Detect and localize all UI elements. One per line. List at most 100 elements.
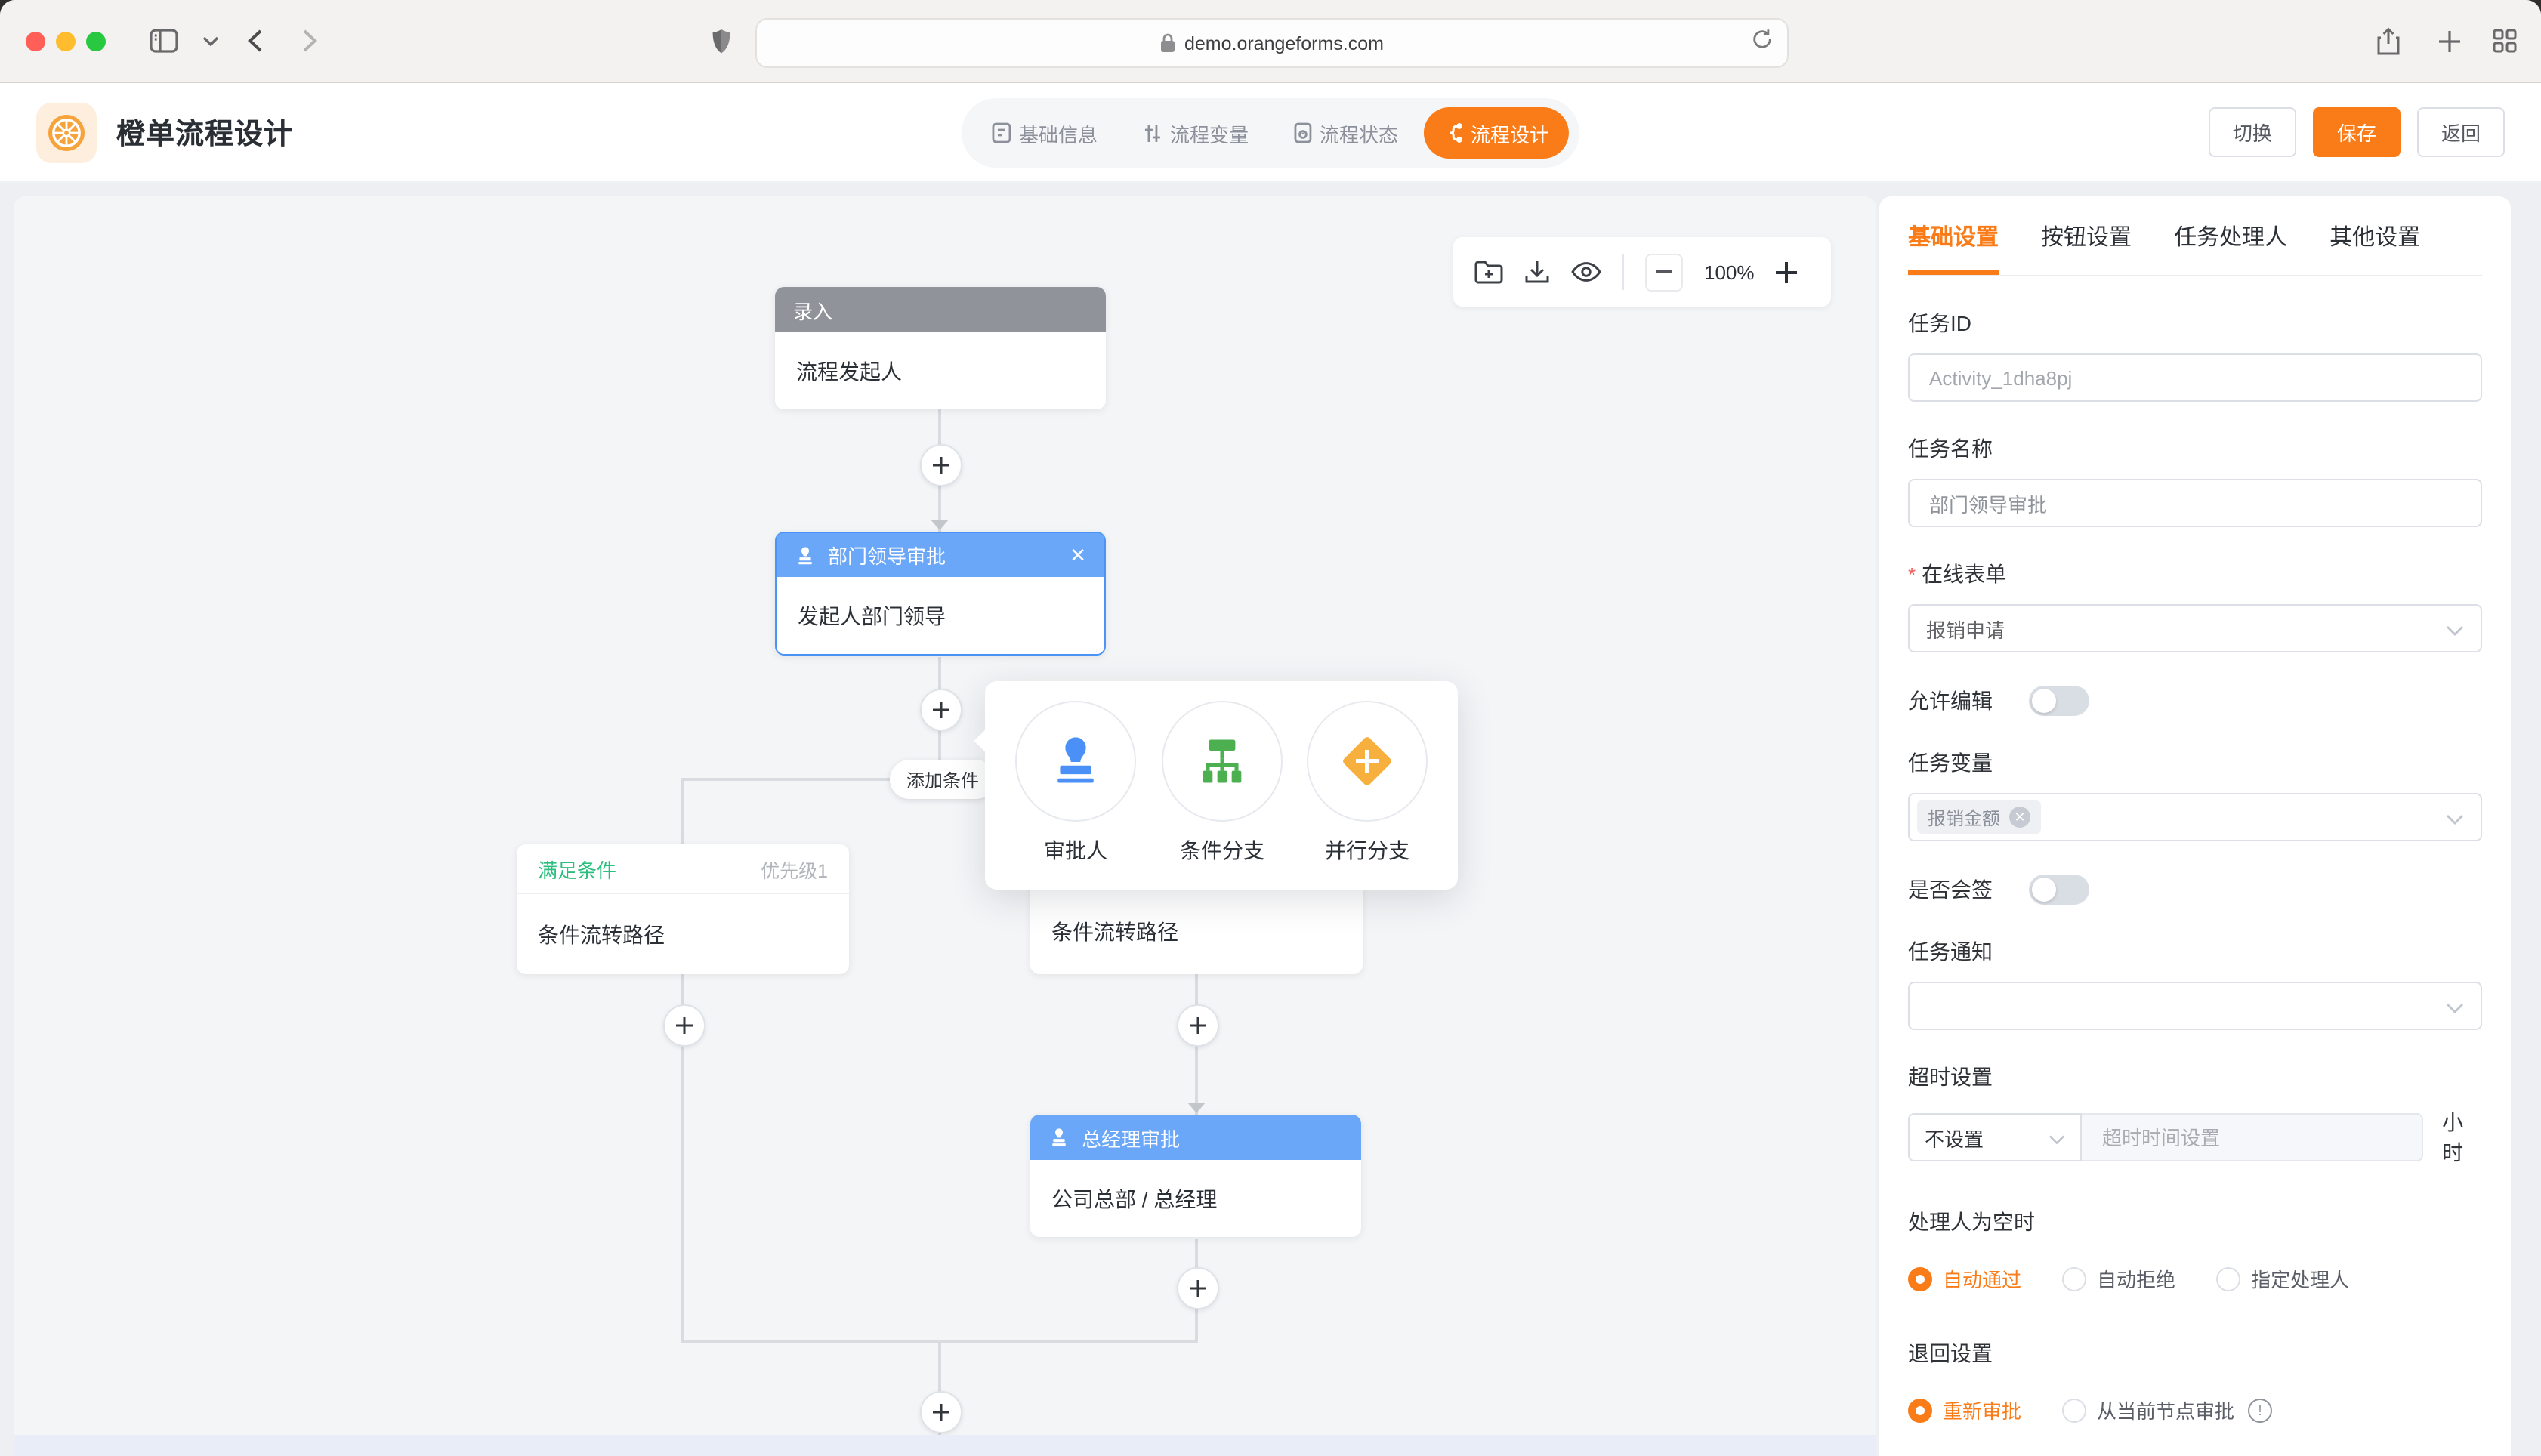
condition-branch-icon bbox=[1193, 733, 1251, 790]
radio-current-node-approval[interactable]: 从当前节点审批 ! bbox=[2062, 1396, 2272, 1424]
task-id-input[interactable] bbox=[1926, 365, 2464, 390]
flow-canvas[interactable]: 录入 流程发起人 部门领导审批 ✕ 发起人部门领导 满足条件 优先级1 条件流转… bbox=[14, 196, 1876, 1456]
timeout-label: 超时设置 bbox=[1908, 1062, 2482, 1092]
task-name-label: 任务名称 bbox=[1908, 433, 2482, 464]
online-form-select[interactable]: 报销申请 bbox=[1908, 604, 2482, 652]
panel-tabs: 基础设置 按钮设置 任务处理人 其他设置 bbox=[1908, 196, 2482, 276]
radio-assign-handler[interactable]: 指定处理人 bbox=[2216, 1264, 2349, 1293]
app-logo bbox=[36, 102, 97, 162]
remove-tag-icon[interactable]: ✕ bbox=[2009, 807, 2030, 828]
sliders-icon bbox=[1143, 123, 1162, 143]
countersign-toggle[interactable] bbox=[2029, 875, 2089, 905]
empty-handler-label: 处理人为空时 bbox=[1908, 1207, 2482, 1237]
task-vars-select[interactable]: 报销金额 ✕ bbox=[1908, 793, 2482, 841]
sidebar-toggle-icon[interactable] bbox=[144, 21, 183, 60]
minimize-window-button[interactable] bbox=[56, 32, 76, 51]
node-body: 条件流转路径 bbox=[517, 894, 849, 974]
required-asterisk: * bbox=[1908, 563, 1916, 585]
add-condition-label[interactable]: 添加条件 bbox=[890, 760, 996, 799]
download-icon[interactable] bbox=[1524, 259, 1550, 285]
doc-status-icon bbox=[1294, 122, 1312, 143]
chevron-down-icon bbox=[2446, 617, 2464, 640]
task-id-field[interactable] bbox=[1908, 353, 2482, 402]
page-title: 橙单流程设计 bbox=[116, 112, 293, 153]
save-button[interactable]: 保存 bbox=[2313, 107, 2401, 157]
allow-edit-label: 允许编辑 bbox=[1908, 686, 1993, 716]
node-title: 部门领导审批 bbox=[828, 541, 946, 569]
radio-restart-approval[interactable]: 重新审批 bbox=[1908, 1396, 2021, 1424]
forward-button[interactable] bbox=[290, 21, 329, 60]
node-type-popup: 审批人 条件分支 并行分支 bbox=[985, 681, 1458, 890]
allow-edit-toggle[interactable] bbox=[2029, 686, 2089, 716]
timeout-mode-select[interactable]: 不设置 bbox=[1908, 1113, 2083, 1161]
tab-process-variables[interactable]: 流程变量 bbox=[1123, 107, 1268, 159]
node-dept-approval[interactable]: 部门领导审批 ✕ 发起人部门领导 bbox=[775, 532, 1106, 656]
tab-button-settings[interactable]: 按钮设置 bbox=[2041, 196, 2132, 275]
tab-other-settings[interactable]: 其他设置 bbox=[2330, 196, 2420, 275]
add-node-button[interactable] bbox=[920, 689, 962, 731]
back-button[interactable] bbox=[236, 21, 275, 60]
condition-title: 满足条件 bbox=[538, 854, 616, 883]
info-icon: ! bbox=[2248, 1398, 2272, 1422]
orange-logo-icon bbox=[47, 113, 86, 152]
add-node-button[interactable] bbox=[1177, 1267, 1219, 1309]
privacy-shield-icon[interactable] bbox=[701, 21, 740, 60]
node-start[interactable]: 录入 流程发起人 bbox=[775, 287, 1106, 409]
open-file-icon[interactable] bbox=[1474, 260, 1503, 284]
tab-basic-settings[interactable]: 基础设置 bbox=[1908, 196, 1999, 275]
popup-item-parallel-branch[interactable]: 并行分支 bbox=[1307, 701, 1428, 865]
popup-item-condition-branch[interactable]: 条件分支 bbox=[1162, 701, 1283, 865]
close-icon[interactable]: ✕ bbox=[1070, 543, 1086, 567]
connector bbox=[681, 779, 684, 844]
task-vars-label: 任务变量 bbox=[1908, 748, 2482, 778]
close-window-button[interactable] bbox=[26, 32, 45, 51]
canvas-bottom-strip bbox=[14, 1435, 1876, 1456]
task-name-field[interactable] bbox=[1908, 479, 2482, 527]
radio-auto-approve[interactable]: 自动通过 bbox=[1908, 1264, 2021, 1293]
add-node-button[interactable] bbox=[920, 444, 962, 486]
zoom-out-button[interactable] bbox=[1645, 253, 1683, 291]
radio-icon bbox=[1908, 1266, 1932, 1291]
popup-arrow bbox=[974, 729, 997, 752]
switch-button[interactable]: 切换 bbox=[2209, 107, 2296, 157]
task-id-label: 任务ID bbox=[1908, 308, 2482, 338]
back-button-app[interactable]: 返回 bbox=[2417, 107, 2505, 157]
share-icon[interactable] bbox=[2369, 21, 2408, 60]
popup-item-approver[interactable]: 审批人 bbox=[1015, 701, 1136, 865]
radio-auto-reject[interactable]: 自动拒绝 bbox=[2062, 1264, 2175, 1293]
node-gm-approval[interactable]: 总经理审批 公司总部 / 总经理 bbox=[1030, 1115, 1361, 1237]
add-node-button[interactable] bbox=[1177, 1004, 1219, 1047]
new-tab-icon[interactable] bbox=[2429, 21, 2468, 60]
lock-icon bbox=[1160, 33, 1175, 53]
tab-process-status[interactable]: 流程状态 bbox=[1274, 107, 1418, 159]
stamp-icon bbox=[1048, 1127, 1070, 1148]
add-node-button[interactable] bbox=[663, 1004, 705, 1047]
task-name-input[interactable] bbox=[1926, 490, 2464, 516]
tab-process-design[interactable]: 流程设计 bbox=[1424, 107, 1569, 159]
countersign-label: 是否会签 bbox=[1908, 875, 1993, 905]
address-bar[interactable]: demo.orangeforms.com bbox=[755, 18, 1789, 68]
doc-edit-icon bbox=[992, 122, 1011, 143]
radio-icon bbox=[2062, 1398, 2086, 1422]
node-body: 公司总部 / 总经理 bbox=[1030, 1160, 1361, 1237]
tab-task-handler[interactable]: 任务处理人 bbox=[2174, 196, 2287, 275]
timeout-value-field[interactable] bbox=[2083, 1113, 2422, 1161]
main-nav: 基础信息 流程变量 流程状态 流程设计 bbox=[962, 98, 1579, 168]
chevron-down-icon[interactable] bbox=[190, 21, 230, 60]
node-title: 总经理审批 bbox=[1082, 1123, 1180, 1152]
notify-select[interactable] bbox=[1908, 982, 2482, 1030]
timeout-value-input[interactable] bbox=[2099, 1124, 2404, 1150]
parallel-branch-icon bbox=[1337, 731, 1397, 791]
reload-icon[interactable] bbox=[1751, 27, 1774, 56]
tab-basic-info[interactable]: 基础信息 bbox=[972, 107, 1117, 159]
preview-eye-icon[interactable] bbox=[1571, 261, 1601, 282]
stamp-icon bbox=[795, 544, 816, 566]
node-condition-left[interactable]: 满足条件 优先级1 条件流转路径 bbox=[517, 844, 849, 974]
zoom-window-button[interactable] bbox=[86, 32, 106, 51]
url-text: demo.orangeforms.com bbox=[1184, 32, 1384, 54]
zoom-in-button[interactable] bbox=[1776, 261, 1798, 283]
chevron-down-icon bbox=[2049, 1126, 2066, 1149]
tab-overview-icon[interactable] bbox=[2485, 21, 2524, 60]
add-node-button[interactable] bbox=[920, 1391, 962, 1433]
settings-panel: 基础设置 按钮设置 任务处理人 其他设置 任务ID 任务名称 * 在线表单 报销… bbox=[1879, 196, 2511, 1456]
